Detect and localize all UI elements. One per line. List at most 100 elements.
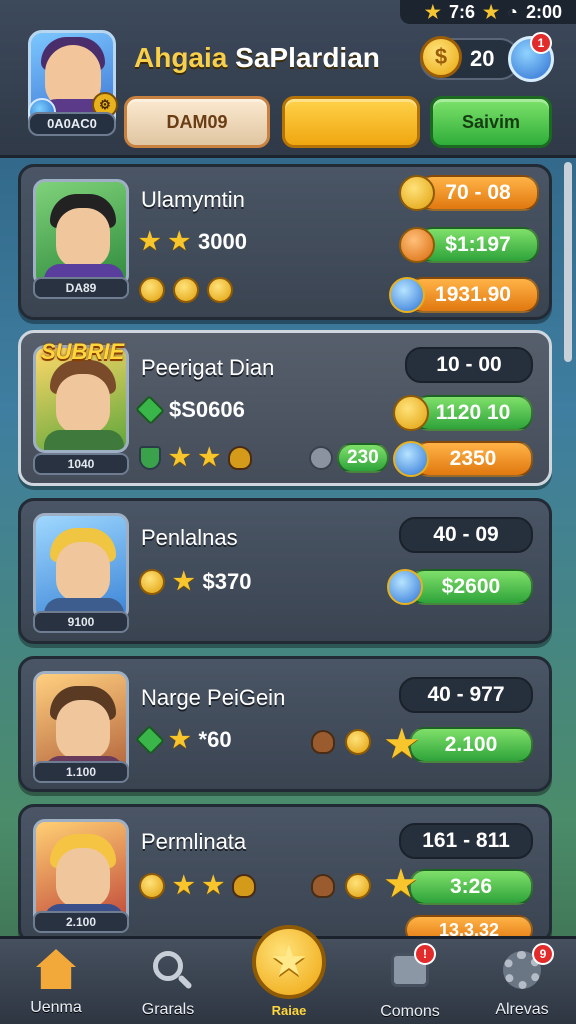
price-pill[interactable]: 2.100	[409, 727, 533, 763]
coin-icon	[173, 277, 199, 303]
value-pill[interactable]: 1931.90	[407, 277, 539, 313]
nav-label: Alrevas	[495, 1001, 549, 1018]
stat-row: ★ *60	[135, 724, 232, 755]
nav-item-alrevas[interactable]: Alrevas	[472, 947, 572, 1019]
player-name-first: Ahgaia	[134, 42, 228, 73]
character-portrait	[33, 513, 129, 621]
star-icon: ★	[168, 228, 191, 255]
gem-icon	[135, 724, 165, 755]
character-name: Permlinata	[141, 829, 247, 854]
list-item[interactable]: SUBRIE 1040 Peerigat Dian $S0606 ★ ★ 10 …	[18, 330, 552, 486]
blue-orb-icon	[387, 569, 423, 605]
value-pill[interactable]: 13.3.32	[405, 915, 533, 936]
pouch-icon	[232, 873, 257, 898]
star-icon: ★	[169, 444, 191, 471]
extra-chip: 230	[309, 443, 389, 473]
portrait-label: 2.100	[33, 911, 129, 933]
range-pill[interactable]: 70 - 08	[417, 175, 539, 211]
price-pill[interactable]: 1120 10	[413, 395, 533, 431]
loot-icons	[311, 873, 371, 899]
list-item[interactable]: 2.100 Permlinata ★ ★ 161 - 811 3:26 ★ 13…	[18, 804, 552, 936]
character-name: Penlalnas	[141, 525, 238, 550]
nav-item-home[interactable]: Uenma	[6, 947, 106, 1017]
stat-value: 3000	[198, 228, 247, 254]
stat-value: $370	[202, 568, 252, 594]
loot-icons	[311, 729, 371, 755]
search-icon	[146, 951, 190, 995]
wifi-icon: ◔	[507, 1, 518, 22]
value-pill[interactable]: 2350	[413, 441, 533, 477]
list-item[interactable]: DA89 Ulamymtin ★ ★ 3000 70 - 08 $1:197 1…	[18, 164, 552, 320]
reward-row: ★ ★	[139, 871, 257, 900]
nav-label: Grarals	[141, 1001, 195, 1018]
coin-icon	[139, 872, 165, 899]
list-item[interactable]: 9100 Penlalnas ★ $370 40 - 09 $2600	[18, 498, 552, 644]
big-star-icon: ★	[383, 862, 419, 906]
character-name: Narge PeiGein	[141, 685, 286, 710]
star-icon: ★	[202, 872, 225, 899]
star-icon: ★	[424, 1, 441, 22]
nav-label: Uenma	[30, 999, 82, 1016]
status-time-b: 2:00	[525, 1, 562, 22]
nav-item-comons[interactable]: Comons	[360, 947, 460, 1021]
star-icon: ★	[169, 726, 191, 753]
gold-coin-icon: $	[420, 36, 462, 78]
settings-notification-badge: 1	[530, 32, 552, 54]
coin-icon	[399, 175, 435, 211]
chip-value: 230	[337, 443, 389, 473]
coin-icon	[345, 873, 371, 899]
portrait-label: 1040	[33, 453, 129, 475]
big-star-icon: ★	[383, 720, 421, 767]
home-icon	[34, 949, 78, 993]
nav-label: Comons	[380, 1003, 440, 1020]
shield-icon	[139, 445, 161, 470]
stat-row: ★ ★ 3000	[139, 227, 247, 256]
character-name: Ulamymtin	[141, 187, 245, 212]
price-pill[interactable]: $2600	[409, 569, 533, 605]
stat-row: $S0606	[135, 395, 245, 425]
range-pill[interactable]: 10 - 00	[405, 347, 533, 383]
range-pill[interactable]: 40 - 977	[399, 677, 533, 713]
player-name-last: SaPlardian	[235, 42, 380, 73]
avatar-label: 0A0AC0	[28, 112, 116, 136]
portrait-label: 9100	[33, 611, 129, 633]
center-star-button[interactable]: ★	[252, 925, 326, 999]
reward-row: ★ ★	[139, 443, 253, 472]
gem-icon	[135, 395, 165, 425]
character-list[interactable]: DA89 Ulamymtin ★ ★ 3000 70 - 08 $1:197 1…	[0, 158, 576, 936]
star-icon: ★	[173, 872, 195, 899]
price-pill[interactable]: 3:26	[409, 869, 533, 905]
pouch-icon	[228, 445, 253, 470]
coin-icon	[139, 568, 165, 595]
yellow-button[interactable]	[282, 96, 420, 148]
comons-badge: !	[414, 943, 436, 965]
star-icon: ★	[198, 444, 221, 471]
pot-icon	[311, 874, 335, 898]
coin-row	[139, 277, 233, 303]
star-icon: ★	[173, 568, 195, 595]
character-portrait	[33, 179, 129, 287]
list-scrollbar[interactable]	[564, 162, 572, 362]
silver-coin-icon	[309, 446, 333, 470]
price-pill[interactable]: $1:197	[417, 227, 539, 263]
coin-icon	[393, 395, 429, 431]
coin-icon	[345, 729, 371, 755]
bottom-nav: Uenma Grarals ★ Raiae Comons ! Alrevas 9	[0, 925, 576, 1024]
orange-coin-icon	[399, 227, 435, 263]
portrait-label: 1.100	[33, 761, 129, 783]
range-pill[interactable]: 161 - 811	[399, 823, 533, 859]
star-icon: ★	[139, 228, 161, 255]
saivim-button[interactable]: Saivim	[430, 96, 552, 148]
stat-row: ★ $370	[139, 567, 251, 596]
dam-button[interactable]: DAM09	[124, 96, 270, 148]
blue-orb-icon	[393, 441, 429, 477]
coin-count: 20	[470, 46, 495, 71]
status-time-a: 7:6	[448, 1, 475, 22]
status-bar: ★ 7:6 ★ ◔ 2:00	[400, 0, 576, 24]
portrait-label: DA89	[33, 277, 129, 299]
nav-item-search[interactable]: Grarals	[118, 947, 218, 1019]
range-pill[interactable]: 40 - 09	[399, 517, 533, 553]
list-item[interactable]: 1.100 Narge PeiGein ★ *60 40 - 977 2.100…	[18, 656, 552, 792]
alrevas-badge: 9	[532, 943, 554, 965]
character-name: Peerigat Dian	[141, 355, 275, 380]
